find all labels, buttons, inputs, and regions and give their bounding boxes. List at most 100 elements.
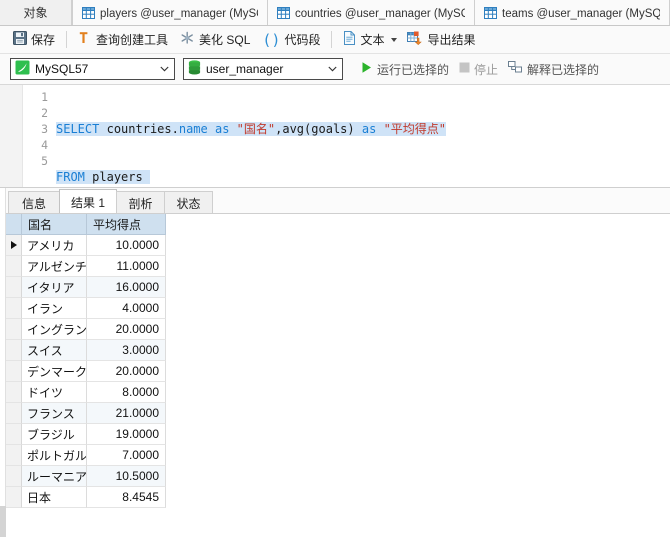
tab-players-label: players @user_manager (MySQL57) - 表 (100, 7, 258, 20)
database-select[interactable]: user_manager (183, 58, 343, 80)
code-snippet-button[interactable]: () 代码段 (256, 28, 326, 52)
cell-country[interactable]: 日本 (22, 487, 87, 508)
stop-button[interactable]: 停止 (454, 57, 503, 81)
tab-object[interactable]: 对象 (0, 0, 72, 25)
database-icon (188, 60, 201, 78)
cell-country[interactable]: ドイツ (22, 382, 87, 403)
column-header-avg-score[interactable]: 平均得点 (87, 214, 166, 235)
cell-avg-score[interactable]: 10.0000 (87, 235, 166, 256)
chevron-down-icon[interactable] (155, 59, 174, 79)
tab-players[interactable]: players @user_manager (MySQL57) - 表 (72, 0, 268, 25)
chevron-down-icon[interactable] (391, 37, 398, 42)
table-row[interactable]: イタリア 16.0000 (6, 277, 670, 298)
run-selected-label: 运行已选择的 (377, 62, 450, 77)
cell-country[interactable]: フランス (22, 403, 87, 424)
cell-avg-score[interactable]: 21.0000 (87, 403, 166, 424)
cell-avg-score[interactable]: 19.0000 (87, 424, 166, 445)
tab-profile-label: 剖析 (128, 196, 153, 211)
result-grid[interactable]: 国名 平均得点 アメリカ10.0000アルゼンチン11.0000イタリア16.0… (6, 214, 670, 537)
row-marker[interactable] (6, 340, 22, 361)
cell-country[interactable]: ポルトガル (22, 445, 87, 466)
database-value: user_manager (206, 62, 284, 76)
tab-teams[interactable]: teams @user_manager (MySQL57) - 表 (475, 0, 670, 25)
table-row[interactable]: スイス 3.0000 (6, 340, 670, 361)
row-marker[interactable] (6, 256, 22, 277)
table-row[interactable]: アメリカ 10.0000 (6, 235, 670, 256)
cell-country[interactable]: デンマーク (22, 361, 87, 382)
query-builder-button[interactable]: 查询创建工具 (72, 28, 174, 52)
row-marker[interactable] (6, 298, 22, 319)
tab-profile[interactable]: 剖析 (116, 191, 165, 214)
toolbar-separator-2 (331, 31, 333, 48)
table-row[interactable]: イラン 4.0000 (6, 298, 670, 319)
explain-icon (508, 61, 523, 77)
cell-avg-score[interactable]: 16.0000 (87, 277, 166, 298)
query-builder-icon (78, 31, 92, 48)
table-row[interactable]: ドイツ 8.0000 (6, 382, 670, 403)
cell-country[interactable]: アルゼンチン (22, 256, 87, 277)
stop-icon (459, 62, 470, 76)
tab-countries[interactable]: countries @user_manager (MySQL57) - 表 (268, 0, 475, 25)
mysql-icon (15, 60, 30, 78)
row-marker[interactable] (6, 403, 22, 424)
line-number: 4 (41, 138, 48, 152)
cell-country[interactable]: イラン (22, 298, 87, 319)
beautify-sql-button[interactable]: 美化 SQL (174, 28, 256, 52)
table-row[interactable]: ポルトガル 7.0000 (6, 445, 670, 466)
row-marker[interactable] (6, 235, 22, 256)
table-row[interactable]: フランス 21.0000 (6, 403, 670, 424)
line-number: 1 (41, 90, 48, 104)
cell-country[interactable]: ルーマニア (22, 466, 87, 487)
cell-avg-score[interactable]: 20.0000 (87, 319, 166, 340)
grid-icon (82, 6, 95, 19)
cell-country[interactable]: イタリア (22, 277, 87, 298)
tab-result-1[interactable]: 结果 1 (59, 189, 117, 214)
explain-selected-button[interactable]: 解释已选择的 (503, 57, 604, 81)
table-row[interactable]: イングランド20.0000 (6, 319, 670, 340)
connection-select[interactable]: MySQL57 (10, 58, 175, 80)
table-row[interactable]: デンマーク 20.0000 (6, 361, 670, 382)
grid-icon (277, 6, 290, 19)
tab-status[interactable]: 状态 (164, 191, 213, 214)
toolbar-separator-1 (66, 31, 68, 48)
row-marker[interactable] (6, 445, 22, 466)
cell-avg-score[interactable]: 10.5000 (87, 466, 166, 487)
cell-avg-score[interactable]: 3.0000 (87, 340, 166, 361)
table-row[interactable]: ブラジル 19.0000 (6, 424, 670, 445)
tab-teams-label: teams @user_manager (MySQL57) - 表 (502, 7, 660, 20)
tab-info[interactable]: 信息 (8, 191, 60, 214)
table-row[interactable]: ルーマニア 10.5000 (6, 466, 670, 487)
tab-object-label: 对象 (23, 6, 48, 20)
table-row[interactable]: 日本 8.4545 (6, 487, 670, 508)
line-number: 2 (41, 106, 48, 120)
row-marker[interactable] (6, 361, 22, 382)
cell-country[interactable]: アメリカ (22, 235, 87, 256)
cell-avg-score[interactable]: 8.0000 (87, 382, 166, 403)
parentheses-icon: () (262, 30, 281, 49)
cell-country[interactable]: イングランド (22, 319, 87, 340)
row-marker[interactable] (6, 487, 22, 508)
column-header-country[interactable]: 国名 (22, 214, 87, 235)
row-marker[interactable] (6, 466, 22, 487)
cell-avg-score[interactable]: 20.0000 (87, 361, 166, 382)
row-marker[interactable] (6, 319, 22, 340)
cell-avg-score[interactable]: 4.0000 (87, 298, 166, 319)
cell-avg-score[interactable]: 11.0000 (87, 256, 166, 277)
run-selected-button[interactable]: 运行已选择的 (355, 57, 454, 81)
row-marker[interactable] (6, 382, 22, 403)
cell-country[interactable]: スイス (22, 340, 87, 361)
sql-code[interactable]: SELECT countries.name as "国名",avg(goals)… (56, 89, 670, 187)
text-mode-button[interactable]: 文本 (337, 28, 403, 52)
play-icon (360, 61, 373, 77)
export-icon (407, 31, 423, 48)
chevron-down-icon[interactable] (323, 59, 342, 79)
row-marker[interactable] (6, 424, 22, 445)
cell-country[interactable]: ブラジル (22, 424, 87, 445)
export-result-button[interactable]: 导出结果 (403, 28, 481, 52)
row-marker[interactable] (6, 277, 22, 298)
cell-avg-score[interactable]: 8.4545 (87, 487, 166, 508)
cell-avg-score[interactable]: 7.0000 (87, 445, 166, 466)
save-button[interactable]: 保存 (7, 28, 61, 52)
table-row[interactable]: アルゼンチン11.0000 (6, 256, 670, 277)
sql-editor[interactable]: 1 2 3 4 5 SELECT countries.name as "国名",… (0, 85, 670, 188)
